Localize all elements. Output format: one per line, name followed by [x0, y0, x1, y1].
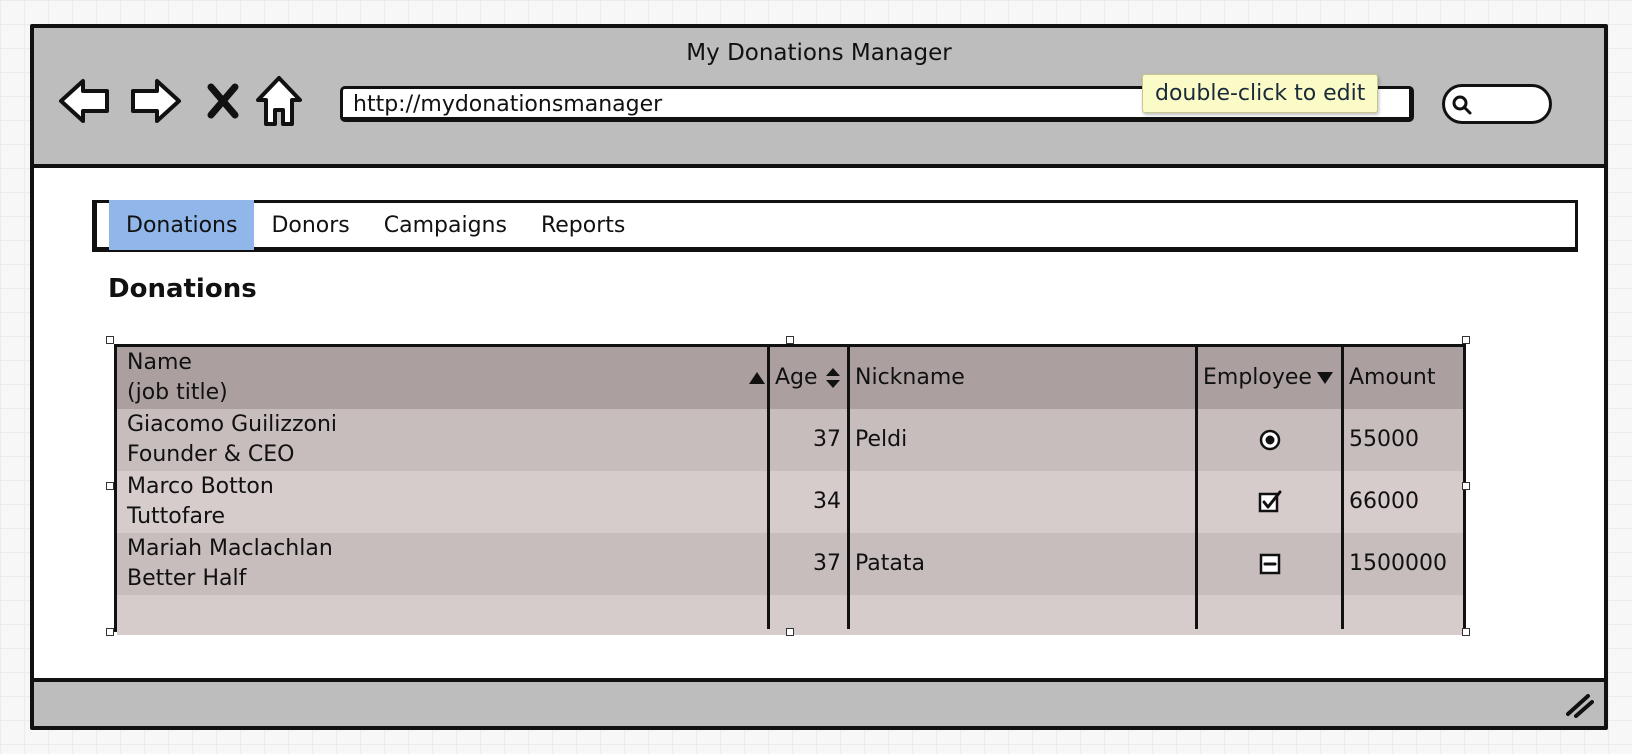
tab-donations[interactable]: Donations [109, 200, 255, 250]
radio-selected-icon[interactable] [1258, 428, 1282, 452]
amount-cell: 66000 [1349, 489, 1419, 514]
employee-cell [1197, 471, 1343, 533]
donor-title: Better Half [127, 566, 247, 591]
sort-descending-icon[interactable] [1315, 370, 1335, 386]
edit-tooltip: double-click to edit [1142, 74, 1379, 113]
column-header-employee[interactable]: Employee [1197, 347, 1343, 409]
resize-grip-icon[interactable] [1564, 692, 1594, 718]
back-button[interactable] [56, 72, 114, 130]
column-header-nickname[interactable]: Nickname [849, 347, 1197, 409]
column-divider[interactable] [767, 347, 770, 629]
table-row[interactable]: Marco Botton Tuttofare 34 66000 [117, 471, 1463, 533]
back-arrow-icon [59, 79, 109, 123]
column-header-employee-label: Employee [1203, 365, 1312, 390]
selection-handle[interactable] [786, 336, 794, 344]
column-header-amount[interactable]: Amount [1343, 347, 1463, 409]
sort-ascending-icon[interactable] [747, 370, 767, 386]
donations-table: Name (job title) Age Nickname Employee A… [114, 344, 1466, 635]
table-header-row: Name (job title) Age Nickname Employee A… [117, 347, 1463, 409]
search-field[interactable] [1442, 84, 1552, 124]
name-cell: Giacomo Guilizzoni Founder & CEO [117, 409, 769, 471]
tab-bar: Donations Donors Campaigns Reports [92, 200, 1578, 252]
column-header-name-sublabel: (job title) [127, 380, 228, 405]
name-cell: Mariah Maclachlan Better Half [117, 533, 769, 595]
column-header-name[interactable]: Name (job title) [117, 347, 769, 409]
employee-cell [1197, 409, 1343, 471]
table-row[interactable]: Mariah Maclachlan Better Half 37 Patata … [117, 533, 1463, 595]
selection-handle[interactable] [1462, 628, 1470, 636]
nickname-cell: Patata [855, 551, 925, 576]
home-button[interactable] [250, 72, 308, 130]
browser-window: My Donations Manager http://mydonationsm… [30, 24, 1608, 730]
selection-handle[interactable] [106, 336, 114, 344]
status-bar [34, 678, 1604, 726]
age-cell: 37 [813, 427, 841, 452]
amount-cell: 55000 [1349, 427, 1419, 452]
donor-name: Marco Botton [127, 474, 274, 499]
checkbox-indeterminate-icon[interactable] [1258, 552, 1282, 576]
column-divider[interactable] [1195, 347, 1198, 629]
donor-title: Tuttofare [127, 504, 226, 529]
home-icon [256, 76, 302, 126]
column-divider[interactable] [847, 347, 850, 629]
forward-button[interactable] [126, 72, 184, 130]
donor-name: Mariah Maclachlan [127, 536, 333, 561]
selection-handle[interactable] [106, 482, 114, 490]
selection-handle[interactable] [1462, 482, 1470, 490]
selection-handle[interactable] [106, 628, 114, 636]
donor-name: Giacomo Guilizzoni [127, 412, 338, 437]
name-cell: Marco Botton Tuttofare [117, 471, 769, 533]
forward-arrow-icon [131, 79, 181, 123]
age-cell: 37 [813, 551, 841, 576]
stop-x-icon [207, 83, 239, 119]
nickname-cell: Peldi [855, 427, 908, 452]
amount-cell: 1500000 [1349, 551, 1447, 576]
window-title: My Donations Manager [686, 40, 952, 66]
employee-cell [1197, 533, 1343, 595]
tab-reports[interactable]: Reports [524, 203, 642, 247]
column-header-name-label: Name [127, 350, 192, 375]
stop-button[interactable] [194, 72, 252, 130]
column-divider[interactable] [1341, 347, 1344, 629]
checkbox-checked-icon[interactable] [1257, 489, 1283, 515]
tab-donors[interactable]: Donors [254, 203, 366, 247]
page-title: Donations [108, 274, 257, 304]
column-header-age[interactable]: Age [769, 347, 849, 409]
sort-both-icon[interactable] [825, 367, 841, 389]
selection-handle[interactable] [786, 628, 794, 636]
donor-title: Founder & CEO [127, 442, 295, 467]
table-row[interactable]: Giacomo Guilizzoni Founder & CEO 37 Peld… [117, 409, 1463, 471]
tab-campaigns[interactable]: Campaigns [367, 203, 524, 247]
nickname-cell [849, 471, 1197, 533]
search-icon [1452, 95, 1472, 115]
browser-toolbar: My Donations Manager http://mydonationsm… [34, 28, 1604, 168]
column-header-age-label: Age [775, 365, 818, 390]
selection-handle[interactable] [1462, 336, 1470, 344]
age-cell: 34 [813, 489, 841, 514]
